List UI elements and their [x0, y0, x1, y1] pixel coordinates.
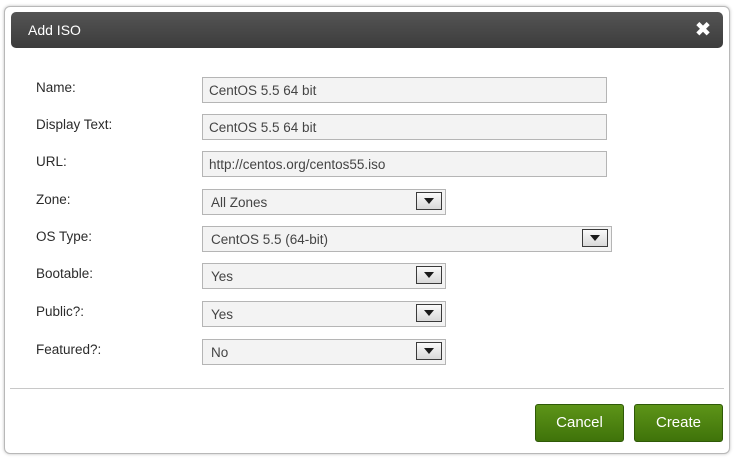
- create-button[interactable]: Create: [634, 404, 723, 442]
- chevron-down-icon[interactable]: [416, 342, 442, 360]
- chevron-down-icon[interactable]: [416, 192, 442, 210]
- zone-select-value: All Zones: [211, 195, 268, 210]
- name-input[interactable]: [202, 77, 607, 103]
- footer-divider: [10, 388, 724, 389]
- chevron-down-icon[interactable]: [582, 229, 608, 247]
- name-row: Name:: [5, 77, 729, 103]
- public-label: Public?:: [36, 304, 85, 319]
- close-icon[interactable]: ✖: [691, 18, 715, 42]
- featured-label: Featured?:: [36, 342, 102, 357]
- os-type-row: OS Type: CentOS 5.5 (64-bit): [5, 226, 729, 252]
- zone-select[interactable]: All Zones: [202, 189, 446, 215]
- bootable-row: Bootable: Yes: [5, 263, 729, 289]
- os-type-select[interactable]: CentOS 5.5 (64-bit): [202, 226, 612, 252]
- url-label: URL:: [36, 154, 67, 169]
- bootable-label: Bootable:: [36, 266, 94, 281]
- featured-select-value: No: [211, 345, 229, 360]
- bootable-select-value: Yes: [211, 269, 234, 284]
- chevron-down-icon[interactable]: [416, 266, 442, 284]
- dialog-title: Add ISO: [28, 22, 81, 38]
- zone-label: Zone:: [36, 192, 71, 207]
- public-select-value: Yes: [211, 307, 234, 322]
- public-select[interactable]: Yes: [202, 301, 446, 327]
- featured-row: Featured?: No: [5, 339, 729, 365]
- url-row: URL:: [5, 151, 729, 177]
- display-text-row: Display Text:: [5, 114, 729, 140]
- name-label: Name:: [36, 80, 76, 95]
- chevron-down-icon[interactable]: [416, 304, 442, 322]
- zone-row: Zone: All Zones: [5, 189, 729, 215]
- featured-select[interactable]: No: [202, 339, 446, 365]
- add-iso-dialog: Add ISO ✖ Name: Display Text: URL: Zone:…: [4, 6, 730, 454]
- dialog-titlebar: Add ISO ✖: [11, 12, 723, 48]
- public-row: Public?: Yes: [5, 301, 729, 327]
- bootable-select[interactable]: Yes: [202, 263, 446, 289]
- cancel-button[interactable]: Cancel: [535, 404, 624, 442]
- os-type-label: OS Type:: [36, 229, 93, 244]
- display-text-label: Display Text:: [36, 117, 113, 132]
- os-type-select-value: CentOS 5.5 (64-bit): [211, 232, 329, 247]
- display-text-input[interactable]: [202, 114, 607, 140]
- url-input[interactable]: [202, 151, 607, 177]
